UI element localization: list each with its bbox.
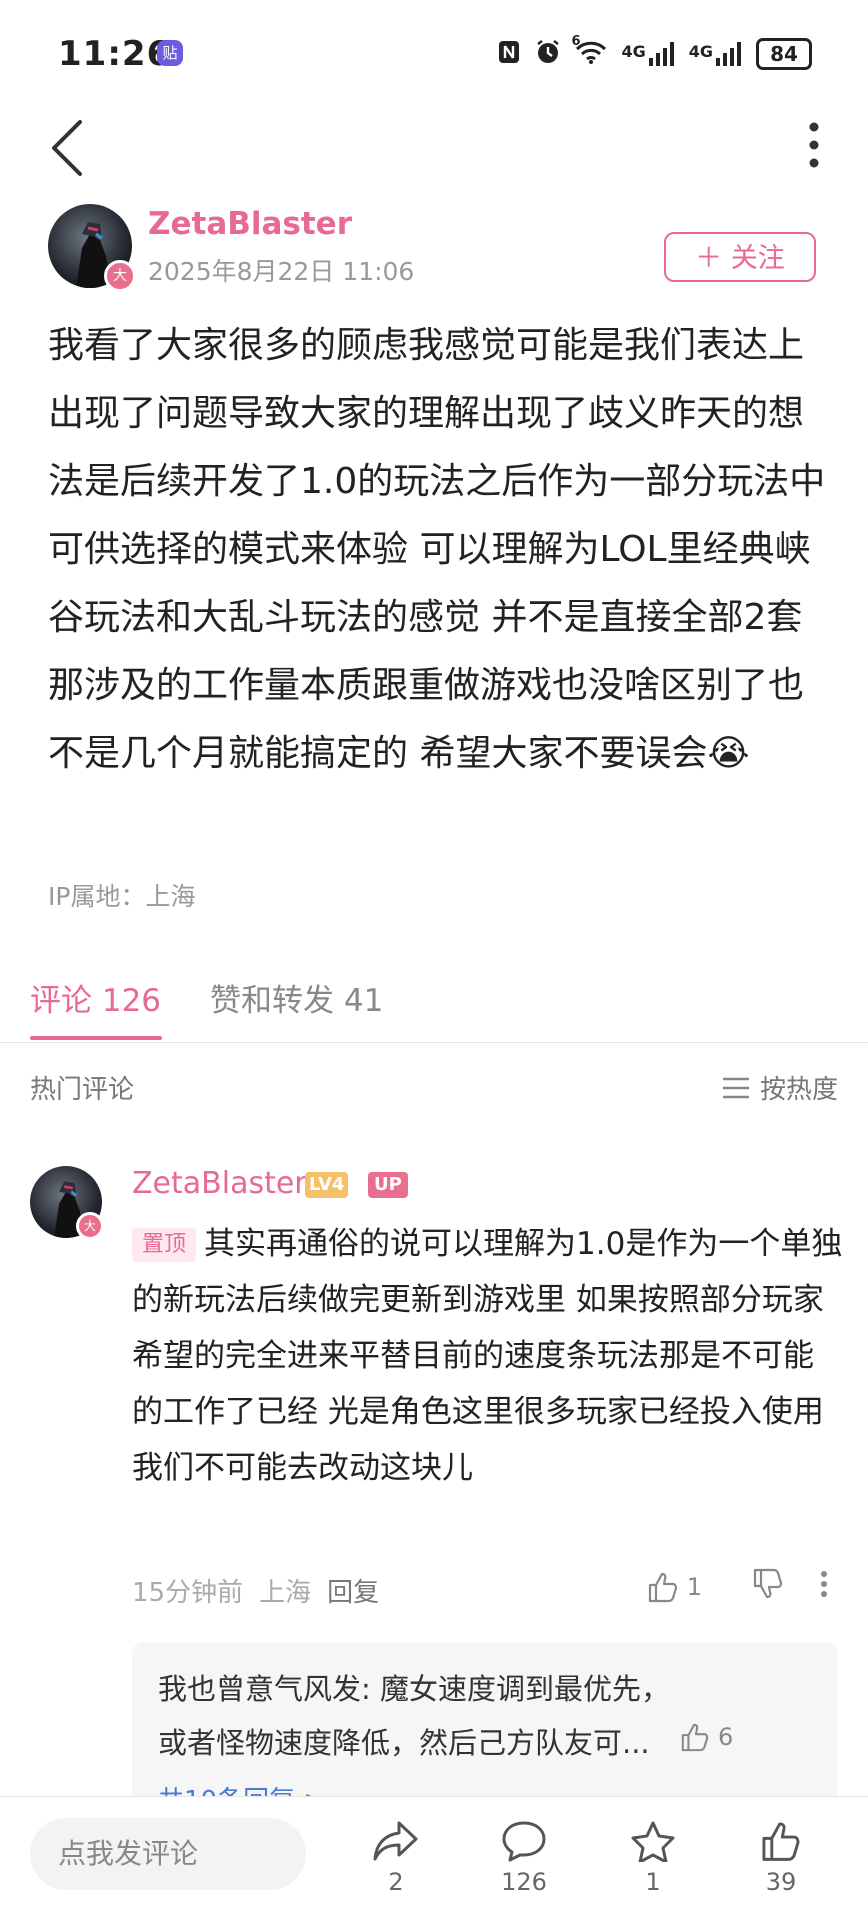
- notification-badge-icon: 贴: [157, 40, 183, 66]
- level-badge: LV4: [305, 1172, 349, 1198]
- signal-2-icon: 4G: [689, 42, 742, 66]
- comment-more-button[interactable]: [820, 1570, 828, 1604]
- wifi-icon: 6: [571, 34, 607, 68]
- sort-button[interactable]: 按热度: [722, 1069, 838, 1106]
- reply-text: 我也曾意气风发: 魔女速度调到最优先，或者怪物速度降低，然后己方队友可...: [158, 1672, 670, 1760]
- nfc-icon: [497, 39, 521, 69]
- thumbs-up-icon: [762, 1822, 800, 1861]
- tab-active-indicator: [30, 1036, 162, 1040]
- comment-time: 15分钟前: [132, 1578, 244, 1608]
- pinned-badge: 置顶: [132, 1228, 197, 1262]
- comment-like-count: 1: [686, 1573, 702, 1601]
- reply-like-button[interactable]: 6: [680, 1722, 733, 1752]
- more-vertical-icon: [809, 122, 819, 168]
- tab-likes-shares[interactable]: 赞和转发 41: [210, 975, 383, 1020]
- battery-icon: 84: [756, 38, 812, 70]
- sort-label: 按热度: [759, 1075, 838, 1105]
- share-arrow-icon: [373, 1821, 418, 1861]
- thumbs-down-icon: [753, 1568, 783, 1599]
- reply-like-count: 6: [718, 1723, 734, 1751]
- back-button[interactable]: [48, 118, 88, 178]
- comment-body: 置顶 其实再通俗的说可以理解为1.0是作为一个单独的新玩法后续做完更新到游戏里 如…: [132, 1216, 844, 1496]
- star-icon: [631, 1821, 675, 1862]
- menu-lines-icon: [722, 1077, 749, 1098]
- wifi-version: 6: [571, 34, 581, 49]
- comment-button[interactable]: 126: [484, 1820, 564, 1896]
- post-text: 我看了大家很多的顾虑我感觉可能是我们表达上出现了问题导致大家的理解出现了歧义昨天…: [48, 325, 826, 774]
- thumbs-up-icon: [681, 1723, 709, 1752]
- alarm-icon: [535, 39, 561, 69]
- tabs-divider: [0, 1042, 868, 1043]
- network-type-2: 4G: [688, 42, 713, 61]
- like-button[interactable]: 39: [741, 1820, 821, 1896]
- reply-button[interactable]: 回复: [327, 1572, 379, 1609]
- comment-actions: 1: [647, 1568, 828, 1606]
- comment-author-name[interactable]: ZetaBlaster: [132, 1166, 307, 1201]
- thumbs-up-icon: [648, 1572, 677, 1603]
- up-badge: UP: [368, 1172, 408, 1198]
- more-vertical-icon: [821, 1571, 827, 1597]
- post-author-name[interactable]: ZetaBlaster: [148, 206, 352, 242]
- reply-preview[interactable]: 我也曾意气风发: 魔女速度调到最优先，或者怪物速度降低，然后己方队友可... 6…: [132, 1642, 838, 1802]
- crying-emoji-icon: 😭: [707, 733, 750, 774]
- comment-input[interactable]: 点我发评论: [30, 1818, 306, 1890]
- share-count: 2: [388, 1868, 404, 1896]
- like-count: 39: [765, 1868, 797, 1896]
- share-button[interactable]: 2: [356, 1820, 436, 1896]
- author-badge-icon: 大: [104, 260, 136, 292]
- comment-dislike-button[interactable]: [752, 1568, 784, 1606]
- speech-bubble-icon: [502, 1821, 546, 1862]
- comment-like-button[interactable]: 1: [647, 1571, 702, 1603]
- post-date: 2025年8月22日 11:06: [148, 257, 415, 286]
- more-options-button[interactable]: [808, 122, 820, 168]
- status-icons: 6 4G 4G 84: [497, 34, 812, 70]
- follow-button[interactable]: ＋ 关注: [664, 232, 816, 282]
- post-body: 我看了大家很多的顾虑我感觉可能是我们表达上出现了问题导致大家的理解出现了歧义昨天…: [48, 312, 828, 788]
- commenter-badge-icon: 大: [76, 1212, 104, 1240]
- comment-text: 其实再通俗的说可以理解为1.0是作为一个单独的新玩法后续做完更新到游戏里 如果按…: [132, 1226, 843, 1486]
- favorite-count: 1: [645, 1868, 661, 1896]
- comment-location: 上海: [259, 1578, 312, 1608]
- status-time: 11:26: [58, 34, 172, 74]
- network-type-1: 4G: [621, 42, 646, 61]
- comment-meta: 15分钟前 上海 回复: [132, 1572, 379, 1609]
- tab-comments[interactable]: 评论 126: [30, 975, 161, 1020]
- favorite-button[interactable]: 1: [613, 1820, 693, 1896]
- hot-comments-title: 热门评论: [30, 1075, 135, 1105]
- signal-1-icon: 4G: [621, 42, 674, 66]
- ip-location: IP属地：上海: [48, 882, 196, 911]
- chevron-left-icon: [52, 120, 82, 176]
- comment-count: 126: [501, 1868, 547, 1896]
